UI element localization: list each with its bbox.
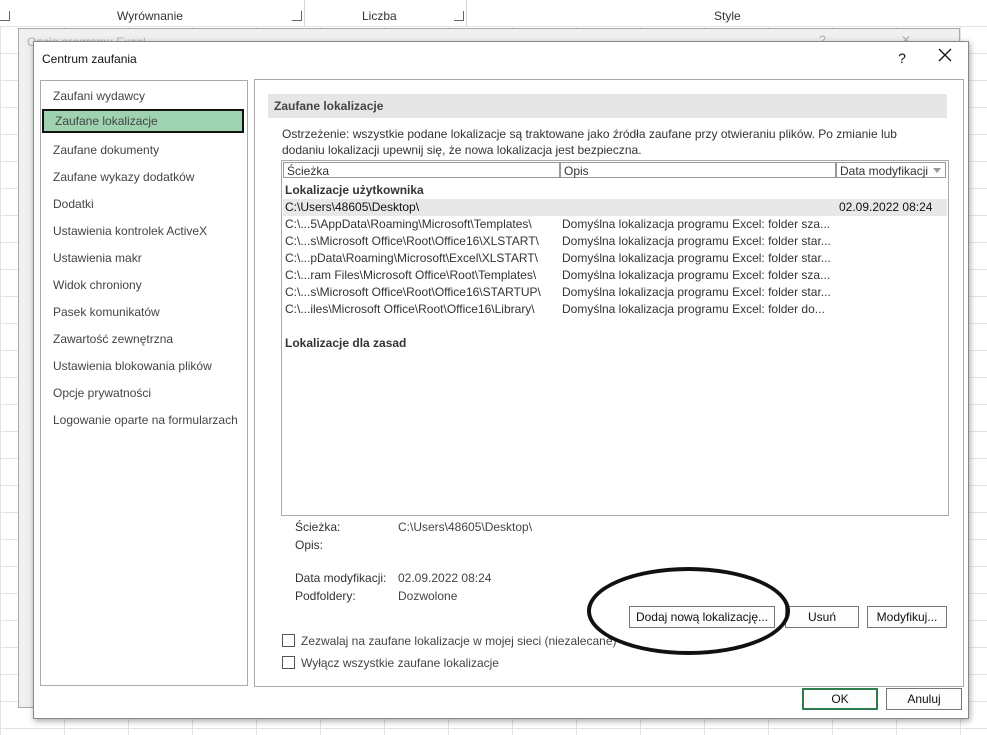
detail-date-label: Data modyfikacji: xyxy=(295,571,387,585)
column-header-date[interactable]: Data modyfikacji xyxy=(836,162,946,178)
highlight-oval-annotation xyxy=(587,567,790,655)
detail-path-value: C:\Users\48605\Desktop\ xyxy=(398,520,533,534)
sort-arrow-icon xyxy=(933,168,941,173)
modify-button[interactable]: Modyfikuj... xyxy=(867,606,947,628)
sidebar-item-label: Pasek komunikatów xyxy=(53,305,160,319)
cell-path: C:\...s\Microsoft Office\Root\Office16\S… xyxy=(285,285,541,299)
cell-description: Domyślna lokalizacja programu Excel: fol… xyxy=(562,268,831,282)
dialog-launcher-icon[interactable] xyxy=(0,11,10,21)
cell-description: Domyślna lokalizacja programu Excel: fol… xyxy=(562,302,825,316)
cell-description: Domyślna lokalizacja programu Excel: fol… xyxy=(562,251,831,265)
sidebar-item-macro-settings[interactable]: Ustawienia makr xyxy=(42,246,244,270)
ribbon-separator xyxy=(304,0,305,26)
warning-text: Ostrzeżenie: wszystkie podane lokalizacj… xyxy=(282,127,897,157)
sidebar-item-activex-settings[interactable]: Ustawienia kontrolek ActiveX xyxy=(42,219,244,243)
help-button[interactable]: ? xyxy=(892,47,912,69)
ribbon-group-alignment: Wyrównanie xyxy=(117,9,183,23)
cell-path: C:\...s\Microsoft Office\Root\Office16\X… xyxy=(285,234,539,248)
section-title: Zaufane lokalizacje xyxy=(268,94,947,118)
cell-description: Domyślna lokalizacja programu Excel: fol… xyxy=(562,234,831,248)
sidebar-item-trusted-addin-catalogs[interactable]: Zaufane wykazy dodatków xyxy=(42,165,244,189)
sidebar-item-label: Zaufane dokumenty xyxy=(53,143,160,157)
sidebar-item-label: Zaufani wydawcy xyxy=(53,89,146,103)
ribbon-separator xyxy=(466,0,467,26)
sidebar-item-trusted-locations[interactable]: Zaufane lokalizacje xyxy=(42,109,244,133)
detail-subfolders-value: Dozwolone xyxy=(398,589,458,603)
sidebar-item-label: Ustawienia kontrolek ActiveX xyxy=(53,224,208,238)
trust-center-dialog: Centrum zaufania ? Zaufani wydawcy Zaufa… xyxy=(33,41,969,719)
sidebar-item-label: Ustawienia makr xyxy=(53,251,142,265)
cell-path: C:\Users\48605\Desktop\ xyxy=(285,200,420,214)
cell-description: Domyślna lokalizacja programu Excel: fol… xyxy=(562,285,831,299)
cell-path: C:\...iles\Microsoft Office\Root\Office1… xyxy=(285,302,535,316)
close-icon[interactable] xyxy=(934,47,956,69)
cell-path: C:\...5\AppData\Roaming\Microsoft\Templa… xyxy=(285,217,532,231)
cancel-button[interactable]: Anuluj xyxy=(886,688,962,710)
column-header-date-label: Data modyfikacji xyxy=(840,164,929,178)
sidebar-item-trusted-publishers[interactable]: Zaufani wydawcy xyxy=(42,84,244,108)
sidebar-item-label: Zaufane lokalizacje xyxy=(55,114,158,128)
sidebar-item-label: Dodatki xyxy=(53,197,94,211)
sidebar-item-label: Zawartość zewnętrzna xyxy=(53,332,174,346)
dialog-title: Centrum zaufania xyxy=(42,52,137,66)
allow-network-locations-checkbox[interactable] xyxy=(282,634,295,647)
alignment-launcher-icon[interactable] xyxy=(292,11,302,21)
detail-description-label: Opis: xyxy=(295,538,324,552)
sidebar-item-message-bar[interactable]: Pasek komunikatów xyxy=(42,300,244,324)
disable-all-locations-label[interactable]: Wyłącz wszystkie zaufane lokalizacje xyxy=(301,656,499,670)
sidebar-item-label: Widok chroniony xyxy=(53,278,142,292)
sidebar-item-file-block-settings[interactable]: Ustawienia blokowania plików xyxy=(42,354,244,378)
sidebar-item-trusted-documents[interactable]: Zaufane dokumenty xyxy=(42,138,244,162)
column-header-path[interactable]: Ścieżka xyxy=(283,162,560,178)
allow-network-locations-label[interactable]: Zezwalaj na zaufane lokalizacje w mojej … xyxy=(301,634,617,648)
column-header-description[interactable]: Opis xyxy=(560,162,836,178)
group-header-policy: Lokalizacje dla zasad xyxy=(285,336,407,350)
cell-path: C:\...pData\Roaming\Microsoft\Excel\XLST… xyxy=(285,251,538,265)
table-row[interactable]: C:\...ram Files\Microsoft Office\Root\Te… xyxy=(283,267,947,284)
sidebar-item-label: Opcje prywatności xyxy=(53,386,152,400)
remove-button[interactable]: Usuń xyxy=(785,606,859,628)
ribbon-strip: Wyrównanie Liczba Style xyxy=(0,0,987,27)
ribbon-group-styles: Style xyxy=(714,9,741,23)
table-row[interactable]: C:\...s\Microsoft Office\Root\Office16\X… xyxy=(283,233,947,250)
detail-path-label: Ścieżka: xyxy=(295,520,341,534)
detail-date-value: 02.09.2022 08:24 xyxy=(398,571,492,585)
sidebar-item-addins[interactable]: Dodatki xyxy=(42,192,244,216)
cell-path: C:\...ram Files\Microsoft Office\Root\Te… xyxy=(285,268,537,282)
table-row[interactable]: C:\...pData\Roaming\Microsoft\Excel\XLST… xyxy=(283,250,947,267)
sidebar-item-label: Zaufane wykazy dodatków xyxy=(53,170,195,184)
sidebar: Zaufani wydawcy Zaufane lokalizacje Zauf… xyxy=(40,80,248,686)
sidebar-item-label: Logowanie oparte na formularzach xyxy=(53,413,238,427)
sidebar-item-form-based-signin[interactable]: Logowanie oparte na formularzach xyxy=(42,408,244,432)
number-launcher-icon[interactable] xyxy=(454,11,464,21)
sidebar-item-privacy-options[interactable]: Opcje prywatności xyxy=(42,381,244,405)
table-row[interactable]: C:\...s\Microsoft Office\Root\Office16\S… xyxy=(283,284,947,301)
table-row[interactable]: C:\...5\AppData\Roaming\Microsoft\Templa… xyxy=(283,216,947,233)
table-row[interactable]: C:\...iles\Microsoft Office\Root\Office1… xyxy=(283,301,947,318)
sidebar-item-protected-view[interactable]: Widok chroniony xyxy=(42,273,244,297)
cell-date: 02.09.2022 08:24 xyxy=(839,200,933,214)
detail-subfolders-label: Podfoldery: xyxy=(295,589,356,603)
sidebar-item-label: Ustawienia blokowania plików xyxy=(53,359,212,373)
ribbon-group-number: Liczba xyxy=(362,9,397,23)
sidebar-item-external-content[interactable]: Zawartość zewnętrzna xyxy=(42,327,244,351)
ok-button[interactable]: OK xyxy=(802,688,878,710)
group-header-user: Lokalizacje użytkownika xyxy=(285,183,424,197)
cell-description: Domyślna lokalizacja programu Excel: fol… xyxy=(562,217,831,231)
locations-list[interactable]: Ścieżka Opis Data modyfikacji Lokalizacj… xyxy=(281,160,949,516)
disable-all-locations-checkbox[interactable] xyxy=(282,656,295,669)
table-row[interactable]: C:\Users\48605\Desktop\ 02.09.2022 08:24 xyxy=(283,199,947,216)
